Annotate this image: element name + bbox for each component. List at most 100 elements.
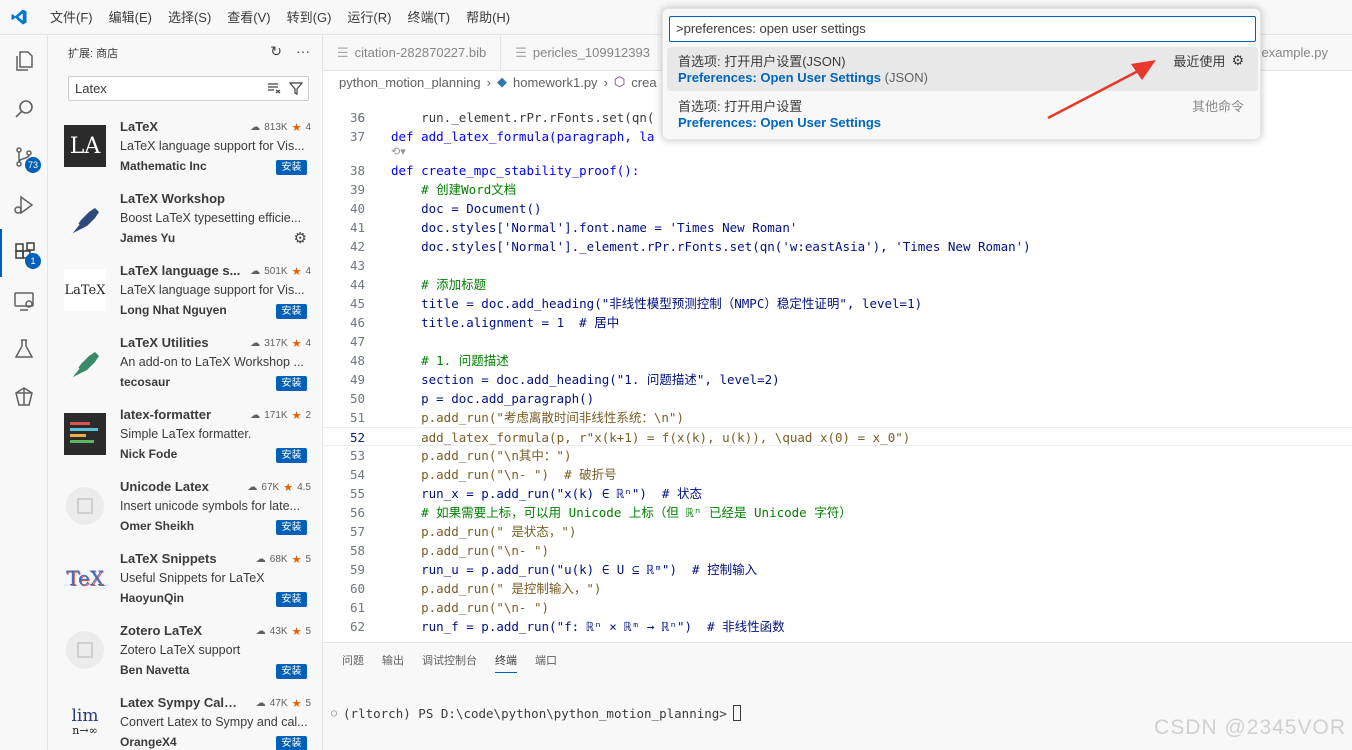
- explorer-icon[interactable]: [0, 37, 48, 85]
- install-button[interactable]: 安装: [276, 520, 307, 535]
- extension-item[interactable]: LaTeX LaTeX language s... ☁ 501K ★ 4 LaTeX …: [48, 261, 322, 333]
- install-button[interactable]: 安装: [276, 664, 307, 679]
- extension-search-input[interactable]: Latex: [68, 76, 309, 101]
- extension-description: Insert unicode symbols for late...: [120, 499, 300, 513]
- extension-item[interactable]: Unicode Latex ☁ 67K ★ 4.5 Insert unicode sy…: [48, 477, 322, 549]
- breadcrumb-symbol[interactable]: crea: [631, 75, 656, 90]
- palette-item-open-user-settings[interactable]: 首选项: 打开用户设置 Preferences: Open User Setti…: [667, 92, 1258, 136]
- file-icon: ☰: [515, 44, 527, 60]
- testing-icon[interactable]: [0, 325, 48, 373]
- extension-item[interactable]: lim n→∞ Latex Sympy Calc... ☁ 47K ★ 5 Conve…: [48, 693, 322, 750]
- menu-help[interactable]: 帮助(H): [458, 0, 518, 35]
- palette-item-open-user-settings-json[interactable]: 首选项: 打开用户设置(JSON) Preferences: Open User…: [667, 47, 1258, 91]
- tab-debug-console[interactable]: 调试控制台: [413, 643, 486, 679]
- sidebar-actions: ↻ ···: [270, 43, 310, 60]
- manage-gear-icon[interactable]: ⚙: [294, 229, 307, 247]
- tab-pericles[interactable]: ☰ pericles_109912393: [501, 35, 665, 70]
- extension-name: LaTeX: [120, 119, 159, 134]
- extension-publisher: tecosaur: [120, 375, 171, 389]
- extension-publisher: OrangeX4: [120, 735, 177, 749]
- menu-view[interactable]: 查看(V): [219, 0, 278, 35]
- scm-badge: 73: [24, 157, 41, 173]
- search-icon[interactable]: [0, 85, 48, 133]
- code-line: 59 run_u = p.add_run("u(k) ∈ U ⊆ ℝᵐ") # …: [349, 562, 758, 577]
- tab-ports[interactable]: 端口: [526, 643, 566, 679]
- code-lens-icon[interactable]: ⟲▾: [391, 145, 406, 158]
- extension-publisher: HaoyunQin: [120, 591, 185, 605]
- source-control-icon[interactable]: 73: [0, 133, 48, 181]
- extensions-badge: 1: [25, 253, 41, 269]
- palette-item-category: 其他命令: [1191, 99, 1244, 114]
- install-button[interactable]: 安装: [276, 592, 307, 607]
- code-line: 51 p.add_run("考虑离散时间非线性系统：\n"): [349, 410, 684, 425]
- extension-stats: ☁ 47K ★ 5: [255, 698, 311, 710]
- palette-item-label: 首选项: 打开用户设置(JSON): [678, 54, 846, 69]
- vscode-logo-icon: [4, 0, 34, 35]
- code-line: 44 # 添加标题: [349, 277, 487, 292]
- extension-stats: ☁ 68K ★ 5: [255, 554, 311, 566]
- extension-name: LaTeX Utilities: [120, 335, 209, 350]
- extension-item[interactable]: TeX LaTeX Snippets ☁ 68K ★ 5 Useful Snippet…: [48, 549, 322, 621]
- tab-example-py[interactable]: example.py: [1262, 35, 1328, 70]
- latex-text-logo-icon: LaTeX: [64, 269, 106, 311]
- extension-item[interactable]: LaTeX Workshop Boost LaTeX typesetting e…: [48, 189, 322, 261]
- install-button[interactable]: 安装: [276, 736, 307, 750]
- extension-stats: ☁ 171K ★ 2: [250, 410, 311, 422]
- gitlens-icon[interactable]: [0, 373, 48, 421]
- remote-explorer-icon[interactable]: [0, 277, 48, 325]
- menu-run[interactable]: 运行(R): [339, 0, 399, 35]
- code-line: 54 p.add_run("\n- ") # 破折号: [349, 467, 617, 482]
- install-button[interactable]: 安装: [276, 304, 307, 319]
- extension-name: Unicode Latex: [120, 479, 209, 494]
- tab-citation[interactable]: ☰ citation-282870227.bib: [323, 35, 502, 70]
- current-code-line: 52 add_latex_formula(p, r"x(k+1) = f(x(k…: [323, 427, 1352, 446]
- terminal-status-icon: ○: [331, 707, 338, 719]
- install-button[interactable]: 安装: [276, 160, 307, 175]
- palette-item-detail: Preferences: Open User Settings (JSON): [678, 70, 928, 85]
- placeholder-extension-icon: [64, 485, 106, 527]
- more-actions-icon[interactable]: ···: [296, 43, 310, 60]
- pen-logo-icon: [64, 197, 106, 239]
- code-line: 39 # 创建Word文档: [349, 182, 517, 197]
- extension-item[interactable]: LaTeX Utilities ☁ 317K ★ 4 An add-on to LaT…: [48, 333, 322, 405]
- menu-file[interactable]: 文件(F): [42, 0, 101, 35]
- watermark: CSDN @2345VOR: [1154, 716, 1346, 739]
- terminal[interactable]: ○ (rltorch) PS D:\code\python\python_mot…: [331, 705, 741, 721]
- extension-item[interactable]: Zotero LaTeX ☁ 43K ★ 5 Zotero LaTeX support…: [48, 621, 322, 693]
- gear-icon[interactable]: ⚙: [1231, 52, 1244, 69]
- filter-icon[interactable]: [288, 80, 304, 96]
- extension-item[interactable]: LA LaTeX ☁ 813K ★ 4 LaTeX language support …: [48, 117, 322, 189]
- install-button[interactable]: 安装: [276, 376, 307, 391]
- menu-terminal[interactable]: 终端(T): [399, 0, 458, 35]
- tab-output[interactable]: 输出: [373, 643, 413, 679]
- extension-description: Useful Snippets for LaTeX: [120, 571, 265, 585]
- extension-name: Latex Sympy Calc...: [120, 695, 242, 710]
- extension-publisher: Mathematic Inc: [120, 159, 207, 173]
- clear-filter-icon[interactable]: [266, 80, 282, 96]
- placeholder-extension-icon: [64, 629, 106, 671]
- tab-terminal[interactable]: 终端: [486, 643, 526, 679]
- extension-description: Boost LaTeX typesetting efficie...: [120, 211, 302, 225]
- palette-item-label: 首选项: 打开用户设置: [678, 99, 803, 114]
- extensions-icon[interactable]: 1: [0, 229, 48, 277]
- breadcrumb-file[interactable]: homework1.py: [513, 75, 598, 90]
- extension-item[interactable]: latex-formatter ☁ 171K ★ 2 Simple LaTex for…: [48, 405, 322, 477]
- run-debug-icon[interactable]: [0, 181, 48, 229]
- menu-go[interactable]: 转到(G): [279, 0, 340, 35]
- menu-selection[interactable]: 选择(S): [160, 0, 219, 35]
- code-line: 45 title = doc.add_heading("非线性模型预测控制（NM…: [349, 296, 923, 311]
- menu-bar: 文件(F) 编辑(E) 选择(S) 查看(V) 转到(G) 运行(R) 终端(T…: [42, 0, 518, 35]
- formatter-logo-icon: [64, 413, 106, 455]
- extension-name: Zotero LaTeX: [120, 623, 203, 638]
- breadcrumb-folder[interactable]: python_motion_planning: [339, 75, 481, 90]
- terminal-prompt: (rltorch) PS D:\code\python\python_motio…: [343, 705, 727, 721]
- menu-edit[interactable]: 编辑(E): [101, 0, 160, 35]
- search-value: Latex: [75, 81, 107, 96]
- cube-icon: ⬡: [613, 74, 626, 89]
- command-palette-input[interactable]: >preferences: open user settings: [669, 16, 1256, 42]
- tab-problems[interactable]: 问题: [333, 643, 373, 679]
- install-button[interactable]: 安装: [276, 448, 307, 463]
- lim-logo-icon: lim n→∞: [71, 706, 99, 737]
- refresh-icon[interactable]: ↻: [270, 43, 282, 60]
- code-editor[interactable]: 6 def add_latex_formula(paragraph, la 36…: [323, 89, 1352, 642]
